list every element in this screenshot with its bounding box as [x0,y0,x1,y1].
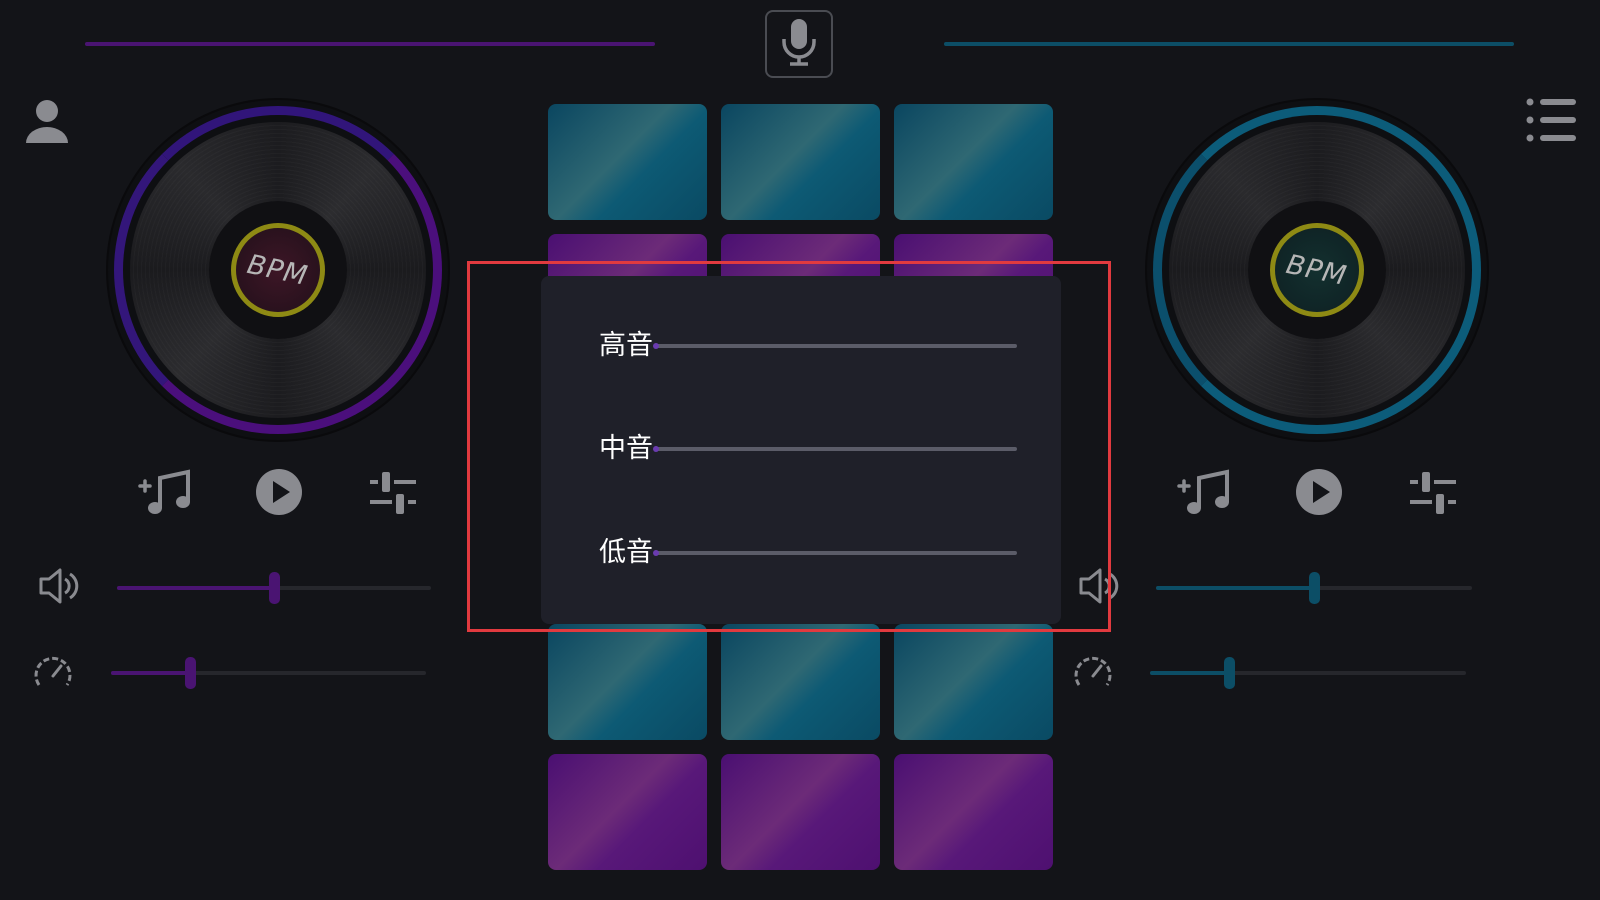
left-bpm-label: BPM [244,248,312,292]
microphone-button[interactable] [765,10,833,78]
left-volume-thumb[interactable] [269,572,280,604]
right-play-button[interactable] [1295,468,1343,520]
user-profile-button[interactable] [24,98,70,148]
right-pitch-slider[interactable] [1150,657,1466,689]
left-volume-fill [117,586,274,590]
left-pitch-fill [111,671,190,675]
deck-right-progress-line [944,42,1514,46]
left-volume-slider[interactable] [117,572,431,604]
sample-pad-3[interactable] [894,104,1053,220]
sample-pad-12[interactable] [894,624,1053,740]
right-volume-thumb[interactable] [1309,572,1320,604]
menu-list-icon [1526,98,1578,146]
sample-pad-10[interactable] [548,624,707,740]
left-volume-button[interactable] [38,568,80,608]
play-icon [1295,468,1343,520]
speedometer-icon [1072,652,1114,694]
speaker-volume-icon [38,566,80,610]
sample-pad-13[interactable] [548,754,707,870]
left-pitch-thumb[interactable] [184,657,196,689]
right-turntable[interactable]: BPM [1147,100,1487,440]
left-turntable[interactable]: BPM [108,100,448,440]
sample-pad-15[interactable] [894,754,1053,870]
microphone-icon [779,17,819,71]
sample-pad-2[interactable] [721,104,880,220]
equalizer-settings-icon [368,470,418,520]
left-eq-button[interactable] [368,472,418,518]
menu-button[interactable] [1526,98,1578,146]
right-volume-fill [1156,586,1314,590]
sample-pad-14[interactable] [721,754,880,870]
left-pitch-button[interactable] [32,654,74,692]
right-pitch-button[interactable] [1072,654,1114,692]
sample-pad-1[interactable] [548,104,707,220]
right-volume-slider[interactable] [1156,572,1472,604]
user-profile-icon [25,97,69,149]
highlight-box [467,261,1111,632]
left-play-button[interactable] [255,468,303,520]
speedometer-icon [32,652,74,694]
add-music-icon [138,468,192,522]
equalizer-settings-icon [1408,470,1458,520]
sample-pad-11[interactable] [721,624,880,740]
right-pitch-thumb[interactable] [1224,657,1235,689]
right-bpm-label: BPM [1283,248,1351,292]
right-bpm-badge[interactable]: BPM [1270,223,1364,317]
left-bpm-badge[interactable]: BPM [231,223,325,317]
right-add-music-button[interactable] [1177,468,1231,522]
deck-left-progress-line [85,42,655,46]
right-pitch-fill [1150,671,1229,675]
play-icon [255,468,303,520]
left-add-music-button[interactable] [138,468,192,522]
left-pitch-slider[interactable] [111,657,426,689]
right-eq-button[interactable] [1408,472,1458,518]
add-music-icon [1177,468,1231,522]
